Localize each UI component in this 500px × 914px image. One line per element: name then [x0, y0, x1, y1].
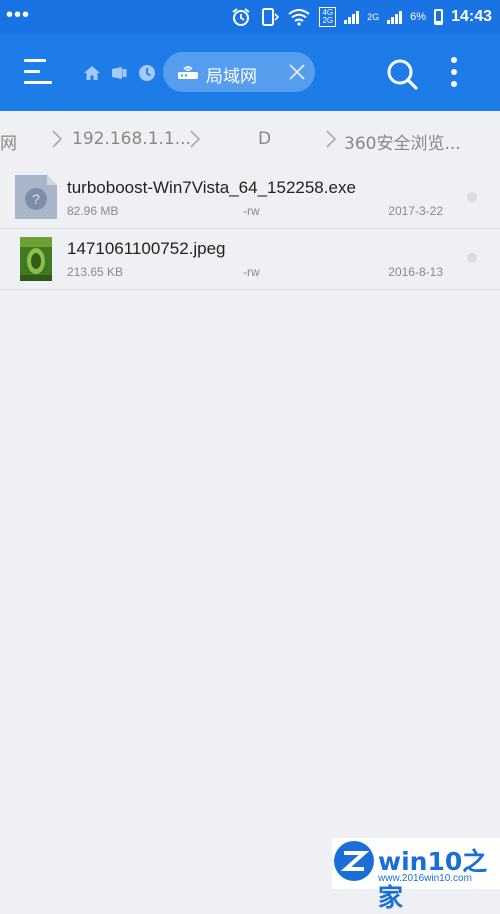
battery-percent: 6% — [410, 11, 427, 23]
status-icons: 4G 2G 2G 6% 14:43 — [231, 6, 492, 28]
svg-text:?: ? — [32, 191, 40, 207]
file-size: 82.96 MB — [67, 204, 119, 218]
device-icon[interactable] — [110, 64, 128, 82]
history-icon[interactable] — [138, 64, 156, 82]
router-icon — [178, 66, 198, 79]
search-icon[interactable] — [386, 58, 418, 90]
file-permissions: -rw — [243, 204, 260, 218]
chevron-right-icon — [190, 130, 201, 148]
breadcrumb-item-host[interactable]: 192.168.1.1... — [72, 129, 191, 149]
watermark: win10之家 www.2016win10.com — [332, 838, 500, 912]
app-bar: 局域网 — [0, 34, 500, 111]
notification-dots-icon: ••• — [6, 4, 31, 26]
home-icon[interactable] — [83, 64, 101, 82]
list-item[interactable]: 1471061100752.jpeg 213.65 KB -rw 2016-8-… — [0, 229, 500, 290]
file-date: 2017-3-22 — [388, 204, 443, 218]
breadcrumb: 网 192.168.1.1... D 360安全浏览... — [0, 111, 500, 168]
breadcrumb-item-network[interactable]: 网 — [0, 129, 17, 154]
file-size: 213.65 KB — [67, 265, 124, 279]
alarm-icon — [232, 8, 251, 26]
list-item[interactable]: ? turboboost-Win7Vista_64_152258.exe 82.… — [0, 168, 500, 229]
tab-lan[interactable]: 局域网 — [163, 52, 315, 92]
battery-icon — [434, 9, 444, 25]
network-type-badge: 4G 2G — [319, 7, 337, 27]
file-name: turboboost-Win7Vista_64_152258.exe — [67, 178, 356, 197]
watermark-url: www.2016win10.com — [378, 873, 472, 884]
file-list: ? turboboost-Win7Vista_64_152258.exe 82.… — [0, 168, 500, 290]
file-permissions: -rw — [243, 265, 260, 279]
select-indicator[interactable] — [467, 192, 477, 202]
network-2g-label: 2G — [367, 12, 380, 22]
file-date: 2016-8-13 — [388, 265, 443, 279]
breadcrumb-item-folder[interactable]: 360安全浏览... — [344, 129, 461, 154]
chevron-right-icon — [326, 130, 337, 148]
menu-icon[interactable] — [24, 59, 52, 85]
status-bar: ••• 4G 2G 2G 6% 14:43 — [0, 0, 500, 34]
close-icon[interactable] — [287, 62, 307, 82]
tab-label: 局域网 — [206, 67, 257, 87]
select-indicator[interactable] — [467, 253, 477, 263]
image-thumbnail — [20, 237, 52, 281]
wifi-icon — [288, 9, 311, 26]
unknown-file-icon: ? — [15, 175, 57, 219]
signal-icon — [344, 10, 360, 24]
more-vert-icon[interactable] — [446, 56, 462, 90]
win10-logo-icon — [334, 841, 374, 881]
chevron-right-icon — [52, 130, 63, 148]
breadcrumb-item-drive[interactable]: D — [258, 129, 271, 149]
signal-icon — [387, 10, 403, 24]
file-name: 1471061100752.jpeg — [67, 239, 226, 258]
vibrate-icon — [262, 8, 280, 26]
clock: 14:43 — [451, 8, 492, 25]
